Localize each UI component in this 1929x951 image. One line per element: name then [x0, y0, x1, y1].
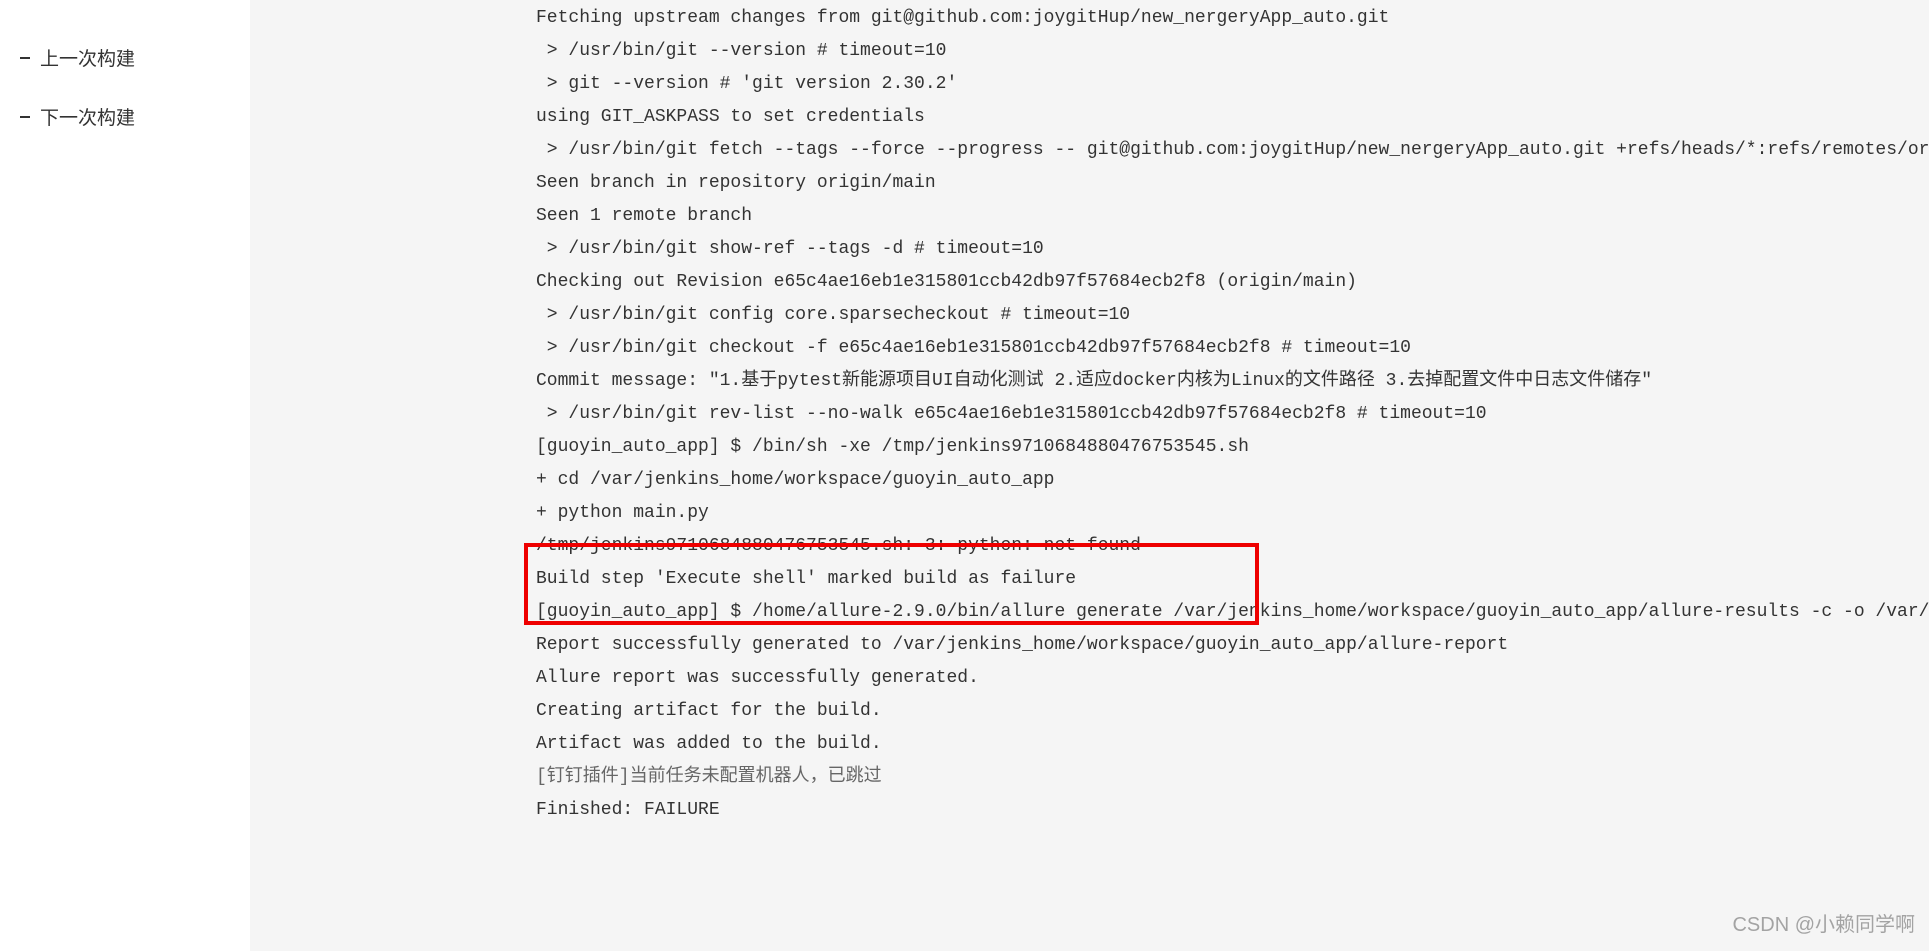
next-build-label: 下一次构建	[40, 103, 135, 130]
console-line: [guoyin_auto_app] $ /bin/sh -xe /tmp/jen…	[536, 431, 1929, 464]
next-build-link[interactable]: 下一次构建	[0, 87, 250, 146]
console-line: > /usr/bin/git --version # timeout=10	[536, 35, 1929, 68]
console-line: + cd /var/jenkins_home/workspace/guoyin_…	[536, 464, 1929, 497]
console-line: > /usr/bin/git show-ref --tags -d # time…	[536, 233, 1929, 266]
watermark: CSDN @小赖同学啊	[1732, 908, 1915, 937]
console-line: Report successfully generated to /var/je…	[536, 629, 1929, 662]
console-line: > /usr/bin/git fetch --tags --force --pr…	[536, 134, 1929, 167]
console-line: Creating artifact for the build.	[536, 695, 1929, 728]
console-line: Seen 1 remote branch	[536, 200, 1929, 233]
console-line: > /usr/bin/git checkout -f e65c4ae16eb1e…	[536, 332, 1929, 365]
console-line: Seen branch in repository origin/main	[536, 167, 1929, 200]
prev-build-label: 上一次构建	[40, 44, 135, 71]
console-line: [guoyin_auto_app] $ /home/allure-2.9.0/b…	[536, 596, 1929, 629]
console-line: using GIT_ASKPASS to set credentials	[536, 101, 1929, 134]
sidebar: 上一次构建 下一次构建	[0, 0, 250, 951]
console-line: Finished: FAILURE	[536, 794, 1929, 827]
next-arrow-icon	[20, 116, 30, 118]
console-line: Build step 'Execute shell' marked build …	[536, 563, 1929, 596]
prev-arrow-icon	[20, 57, 30, 59]
console-line: Allure report was successfully generated…	[536, 662, 1929, 695]
console-line: > git --version # 'git version 2.30.2'	[536, 68, 1929, 101]
console-line: > /usr/bin/git config core.sparsecheckou…	[536, 299, 1929, 332]
console-line: [钉钉插件]当前任务未配置机器人，已跳过	[536, 761, 1929, 794]
console-line: Artifact was added to the build.	[536, 728, 1929, 761]
console-line: /tmp/jenkins9710684880476753545.sh: 3: p…	[536, 530, 1929, 563]
console-line: Commit message: "1.基于pytest新能源项目UI自动化测试 …	[536, 365, 1929, 398]
prev-build-link[interactable]: 上一次构建	[0, 28, 250, 87]
console-line: + python main.py	[536, 497, 1929, 530]
console-output: Fetching upstream changes from git@githu…	[536, 0, 1929, 827]
console-line: Fetching upstream changes from git@githu…	[536, 2, 1929, 35]
console-line: Checking out Revision e65c4ae16eb1e31580…	[536, 266, 1929, 299]
console-line: > /usr/bin/git rev-list --no-walk e65c4a…	[536, 398, 1929, 431]
